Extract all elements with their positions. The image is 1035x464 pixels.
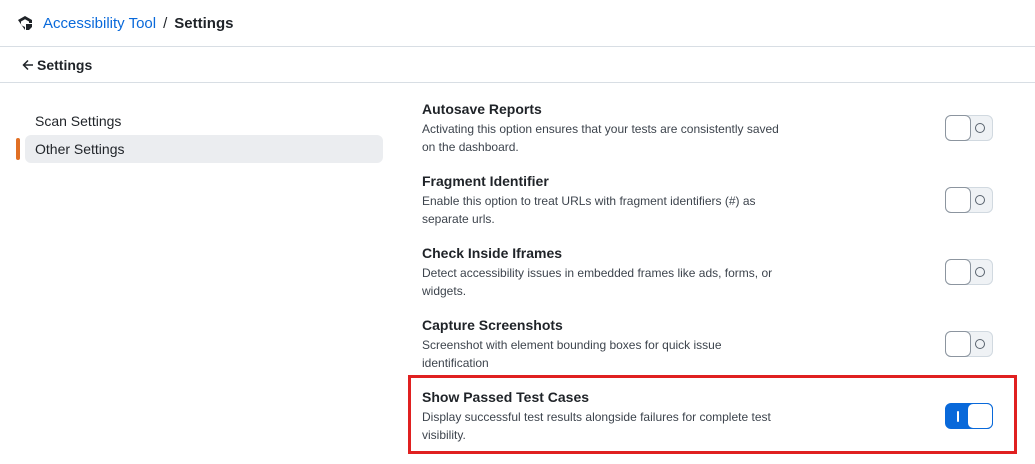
page-title: Settings — [37, 56, 93, 73]
toggle-knob — [945, 259, 971, 285]
setting-title: Autosave Reports — [422, 101, 542, 117]
check-inside-iframes-toggle[interactable] — [945, 259, 993, 285]
setting-description: Enable this option to treat URLs with fr… — [422, 194, 756, 226]
toggle-off-icon — [975, 195, 985, 205]
toggle-off-icon — [975, 123, 985, 133]
setting-fragment-identifier: Fragment Identifier Enable this option t… — [422, 172, 1002, 244]
sidebar-item-label: Other Settings — [35, 141, 125, 157]
page-subheader: Settings — [0, 47, 1035, 83]
setting-title: Show Passed Test Cases — [422, 389, 590, 405]
toggle-off-icon — [975, 339, 985, 349]
toggle-knob — [945, 331, 971, 357]
setting-show-passed-test-cases: Show Passed Test Cases Display successfu… — [422, 388, 1002, 460]
settings-sidebar: Scan Settings Other Settings — [16, 107, 383, 163]
breadcrumb-separator: / — [163, 14, 168, 32]
breadcrumb-current: Settings — [174, 14, 234, 32]
capture-screenshots-toggle[interactable] — [945, 331, 993, 357]
sidebar-item-other-settings[interactable]: Other Settings — [16, 135, 383, 163]
app-logo-icon[interactable] — [16, 13, 36, 33]
sidebar-item-label: Scan Settings — [35, 113, 122, 129]
setting-capture-screenshots: Capture Screenshots Screenshot with elem… — [422, 316, 1002, 388]
top-bar: Accessibility Tool / Settings — [0, 0, 1035, 47]
setting-description: Activating this option ensures that your… — [422, 122, 779, 154]
toggle-knob — [945, 115, 971, 141]
setting-title: Check Inside Iframes — [422, 245, 563, 261]
setting-title: Capture Screenshots — [422, 317, 563, 333]
show-passed-test-cases-toggle[interactable] — [945, 403, 993, 429]
sidebar-item-scan-settings[interactable]: Scan Settings — [16, 107, 383, 135]
toggle-off-icon — [975, 267, 985, 277]
breadcrumb-app-link[interactable]: Accessibility Tool — [43, 15, 156, 32]
arrow-left-icon[interactable] — [22, 59, 34, 71]
setting-check-inside-iframes: Check Inside Iframes Detect accessibilit… — [422, 244, 1002, 316]
autosave-reports-toggle[interactable] — [945, 115, 993, 141]
setting-description: Detect accessibility issues in embedded … — [422, 266, 773, 298]
toggle-knob — [945, 187, 971, 213]
toggle-on-icon — [957, 411, 959, 422]
toggle-knob — [967, 403, 993, 429]
active-indicator — [16, 138, 20, 160]
setting-description: Screenshot with element bounding boxes f… — [422, 338, 722, 370]
fragment-identifier-toggle[interactable] — [945, 187, 993, 213]
setting-description: Display successful test results alongsid… — [422, 410, 771, 442]
setting-autosave-reports: Autosave Reports Activating this option … — [422, 100, 1002, 172]
setting-title: Fragment Identifier — [422, 173, 549, 189]
